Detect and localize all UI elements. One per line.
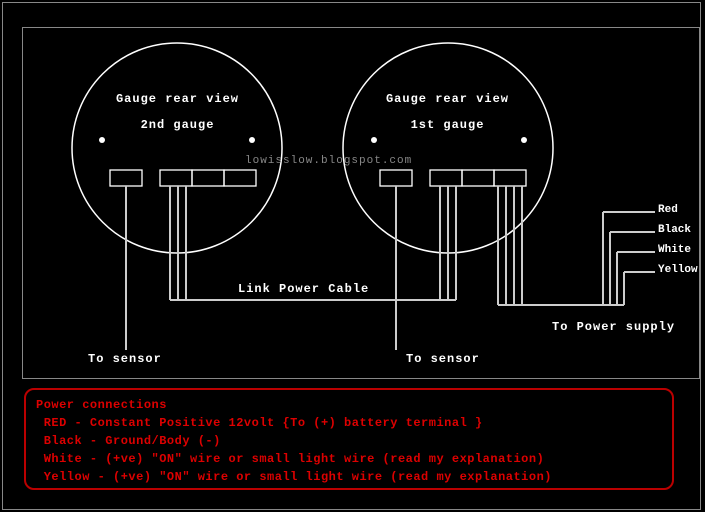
wire-white-label: White xyxy=(658,244,691,256)
sensor-label-1: To sensor xyxy=(406,352,480,366)
wire-yellow-label: Yellow xyxy=(658,264,698,276)
power-black: Black - Ground/Body (-) xyxy=(36,434,221,448)
gauge2-title: Gauge rear view xyxy=(110,92,245,106)
gauge1-sub: 1st gauge xyxy=(380,118,515,132)
watermark: lowisslow.blogspot.com xyxy=(245,155,412,167)
sensor-label-2: To sensor xyxy=(88,352,162,366)
wire-black-label: Black xyxy=(658,224,691,236)
power-yellow: Yellow - (+ve) "ON" wire or small light … xyxy=(36,470,552,484)
gauge2-sub: 2nd gauge xyxy=(110,118,245,132)
gauge1-title: Gauge rear view xyxy=(380,92,515,106)
link-cable-label: Link Power Cable xyxy=(238,282,369,296)
wire-red-label: Red xyxy=(658,204,678,216)
power-red: RED - Constant Positive 12volt {To (+) b… xyxy=(36,416,483,430)
power-white: White - (+ve) "ON" wire or small light w… xyxy=(36,452,544,466)
power-heading: Power connections xyxy=(36,398,167,412)
power-supply-label: To Power supply xyxy=(552,320,675,334)
power-connections-box: Power connections RED - Constant Positiv… xyxy=(24,388,674,490)
